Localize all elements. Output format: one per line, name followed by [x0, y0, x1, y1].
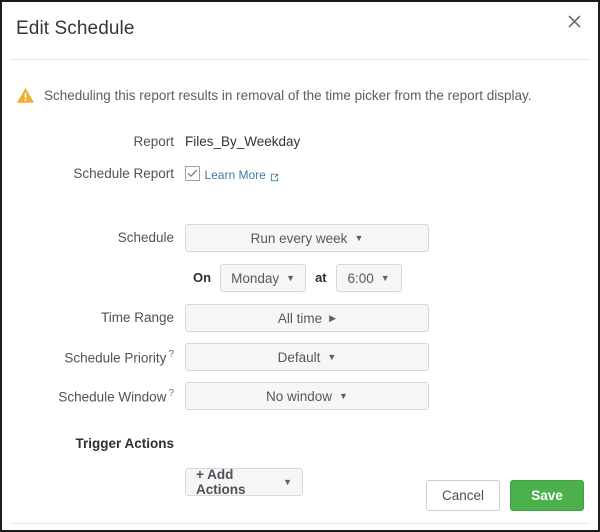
schedule-frequency-dropdown[interactable]: Run every week ▼: [185, 224, 429, 252]
report-field: Files_By_Weekday: [185, 128, 600, 151]
edit-schedule-dialog: Edit Schedule Scheduling this report res…: [0, 0, 600, 532]
add-actions-spacer: [2, 466, 174, 472]
schedule-window-value: No window: [266, 389, 332, 404]
help-icon[interactable]: ?: [168, 349, 174, 360]
warning-message: Scheduling this report results in remova…: [44, 86, 531, 105]
add-actions-label: + Add Actions: [196, 467, 276, 497]
at-label: at: [315, 264, 327, 292]
chevron-down-icon: ▼: [327, 353, 336, 362]
chevron-down-icon: ▼: [354, 234, 363, 243]
schedule-time-field: On Monday ▼ at 6:00 ▼: [185, 264, 600, 292]
form-row-schedule-priority: Schedule Priority? Default ▼: [2, 343, 600, 382]
schedule-hour-value: 6:00: [348, 271, 374, 286]
form-row-schedule-window: Schedule Window? No window ▼: [2, 382, 600, 430]
schedule-priority-field: Default ▼: [185, 343, 600, 371]
schedule-report-checkbox[interactable]: [185, 166, 200, 181]
form-row-trigger-actions: Trigger Actions: [2, 430, 600, 466]
external-link-icon: [270, 171, 279, 180]
chevron-right-icon: ▶: [329, 314, 336, 323]
form-row-schedule-time: On Monday ▼ at 6:00 ▼: [2, 264, 600, 304]
time-range-field: All time ▶: [185, 304, 600, 332]
header-divider: [10, 59, 590, 60]
form-row-report: Report Files_By_Weekday: [2, 128, 600, 160]
cancel-button[interactable]: Cancel: [426, 480, 500, 511]
form-row-schedule-report: Schedule Report Learn More: [2, 160, 600, 224]
chevron-down-icon: ▼: [286, 274, 295, 283]
schedule-form: Report Files_By_Weekday Schedule Report …: [2, 128, 600, 502]
schedule-report-label: Schedule Report: [2, 160, 174, 181]
help-icon[interactable]: ?: [168, 388, 174, 399]
chevron-down-icon: ▼: [381, 274, 390, 283]
report-value: Files_By_Weekday: [185, 128, 300, 149]
close-icon-glyph: [568, 15, 581, 28]
form-row-time-range: Time Range All time ▶: [2, 304, 600, 343]
schedule-label: Schedule: [2, 224, 174, 245]
page-title: Edit Schedule: [16, 18, 135, 40]
time-range-dropdown[interactable]: All time ▶: [185, 304, 429, 332]
warning-triangle-icon: [16, 86, 35, 105]
schedule-window-label-text: Schedule Window: [58, 390, 166, 405]
close-icon[interactable]: [562, 12, 586, 36]
learn-more-label: Learn More: [204, 168, 265, 182]
schedule-day-dropdown[interactable]: Monday ▼: [220, 264, 306, 292]
schedule-time-group: On Monday ▼ at 6:00 ▼: [193, 264, 600, 292]
schedule-hour-dropdown[interactable]: 6:00 ▼: [336, 264, 402, 292]
on-label: On: [193, 264, 211, 292]
schedule-time-spacer: [2, 264, 174, 270]
dialog-header: Edit Schedule: [2, 2, 598, 58]
schedule-window-field: No window ▼: [185, 382, 600, 410]
dialog-footer: Cancel Save: [426, 480, 584, 511]
schedule-window-label: Schedule Window?: [2, 382, 174, 405]
learn-more-link[interactable]: Learn More: [204, 168, 278, 182]
time-range-value: All time: [278, 311, 322, 326]
schedule-field: Run every week ▼: [185, 224, 600, 252]
chevron-down-icon: ▼: [283, 478, 292, 487]
chevron-down-icon: ▼: [339, 392, 348, 401]
add-actions-button[interactable]: + Add Actions ▼: [185, 468, 303, 496]
save-button[interactable]: Save: [510, 480, 584, 511]
schedule-priority-dropdown[interactable]: Default ▼: [185, 343, 429, 371]
time-range-label: Time Range: [2, 304, 174, 325]
schedule-priority-label-text: Schedule Priority: [64, 351, 166, 366]
warning-banner: Scheduling this report results in remova…: [16, 86, 531, 105]
checkmark-icon: [187, 168, 198, 179]
footer-divider: [10, 523, 590, 524]
report-label: Report: [2, 128, 174, 149]
schedule-report-field: Learn More: [185, 160, 600, 184]
schedule-priority-label: Schedule Priority?: [2, 343, 174, 366]
schedule-day-value: Monday: [231, 271, 279, 286]
schedule-window-dropdown[interactable]: No window ▼: [185, 382, 429, 410]
schedule-priority-value: Default: [278, 350, 321, 365]
form-row-schedule: Schedule Run every week ▼: [2, 224, 600, 264]
schedule-frequency-value: Run every week: [251, 231, 348, 246]
trigger-actions-label: Trigger Actions: [2, 430, 174, 451]
